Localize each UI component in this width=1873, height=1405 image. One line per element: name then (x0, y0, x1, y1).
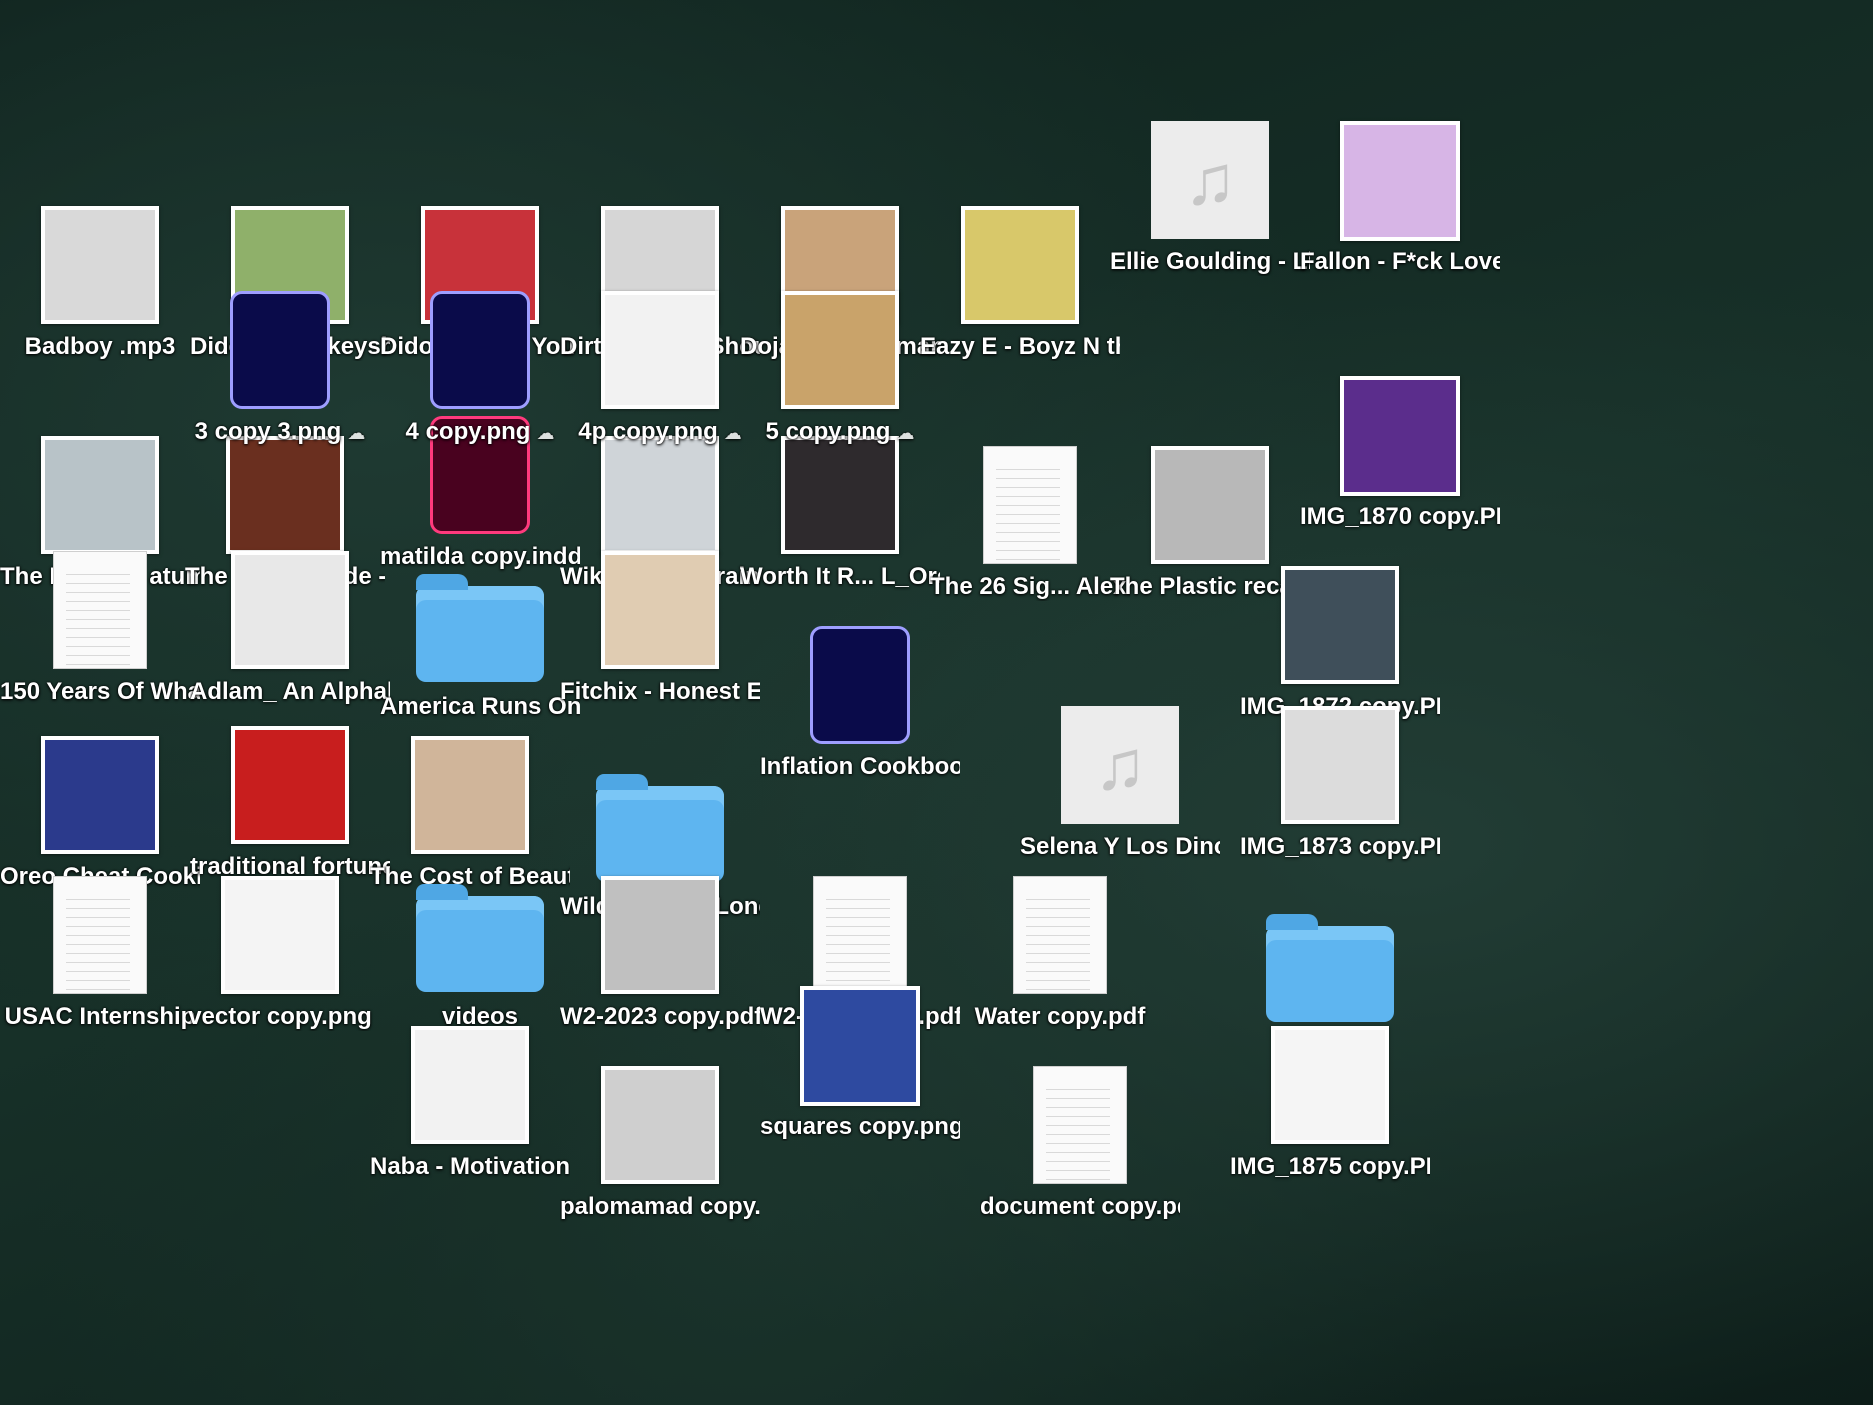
folder-icon (596, 774, 724, 882)
file-name-label: 150 Years Of Whateve...webp (0, 678, 200, 705)
desktop-file-4p-copy-png[interactable]: 4p copy.png ☁ (560, 285, 760, 475)
file-thumbnail (231, 551, 349, 669)
file-name-label: 4p copy.png ☁ (578, 418, 742, 445)
cloud-icon: ☁ (347, 423, 366, 443)
desktop-file-ellie-goulding-lights-o-mp3[interactable]: ♫ Ellie Goulding - Lights (O...mp3 (1110, 115, 1310, 305)
desktop-file-5-copy-png[interactable]: 5 copy.png ☁ (740, 285, 940, 475)
file-thumbnail (41, 736, 159, 854)
file-name-label: Selena Y Los Dinos - Como...y.mp3 (1020, 833, 1220, 860)
file-name-label: USAC Internship (4, 1003, 196, 1030)
desktop-file-america-runs-on-dunkin-webp[interactable]: America Runs On Dunkin_....webp☁ (380, 560, 580, 750)
desktop-file-naba-motivation-copy-pdf[interactable]: Naba - Motivation copy.pdf (370, 1020, 570, 1210)
file-name-label: Ellie Goulding - Lights (O...mp3 (1110, 248, 1310, 275)
file-name-label: 4 copy.png ☁ (405, 418, 555, 445)
folder-icon (416, 574, 544, 682)
desktop-file-document-copy-pdf[interactable]: document copy.pdf (980, 1060, 1180, 1250)
folder-icon (1266, 914, 1394, 1022)
desktop-file-water-copy-pdf[interactable]: Water copy.pdf (960, 870, 1160, 1060)
desktop-file-fitchix-honest-eggs-co-y-jpeg[interactable]: Fitchix - Honest Eggs Co...y.jpeg☁ (560, 545, 760, 735)
file-thumbnail (1281, 566, 1399, 684)
desktop-file-badboy-mp3[interactable]: Badboy .mp3 (0, 200, 200, 390)
music-note-icon: ♫ (1061, 706, 1179, 824)
file-thumbnail (231, 726, 349, 844)
cloud-icon: ☁ (896, 423, 915, 443)
desktop-file-4-copy-png[interactable]: 4 copy.png ☁ (380, 285, 580, 475)
file-thumbnail (800, 986, 920, 1106)
desktop-file-vector-copy-png[interactable]: vector copy.png (180, 870, 380, 1060)
cloud-icon: ☁ (536, 423, 555, 443)
file-name-label: IMG_1870 copy.PNG (1300, 503, 1500, 530)
desktop-file-palomamad-copy-mp4[interactable]: palomamad copy.mp4☁ (560, 1060, 760, 1250)
file-name-label: Worth It R... L_Oreal...py (740, 563, 940, 590)
desktop-file-usac-internship[interactable]: USAC Internship (0, 870, 200, 1060)
file-name-label: palomamad copy.mp4☁ (560, 1193, 760, 1220)
file-name-label: 5 copy.png ☁ (765, 418, 915, 445)
file-name-label: Inflation Cookbook - Skip T...py.jpg (760, 753, 960, 780)
file-name-label: Fallon - F*ck Love a60e48...py.jpg (1300, 248, 1500, 275)
desktop-file-selena-y-los-dinos-como-y-mp3[interactable]: ♫ Selena Y Los Dinos - Como...y.mp3 (1020, 700, 1220, 890)
desktop[interactable]: The Longest atum...py.jpgThe Qlture Code… (0, 0, 1873, 1405)
desktop-file-squares-copy-png[interactable]: squares copy.png (760, 980, 960, 1170)
premiere-project-icon (230, 291, 330, 409)
document-icon (1013, 876, 1107, 994)
file-name-label: Eazy E - Boyz N the Hoo...y.mp3 (920, 333, 1120, 360)
music-note-icon: ♫ (1151, 121, 1269, 239)
folder-icon (416, 884, 544, 992)
premiere-project-icon (430, 291, 530, 409)
file-thumbnail (601, 551, 719, 669)
desktop-file-3-copy-3-png[interactable]: 3 copy 3.png ☁ (180, 285, 380, 475)
file-thumbnail (1151, 446, 1269, 564)
desktop-file-150-years-of-whateve-webp[interactable]: 150 Years Of Whateve...webp (0, 545, 200, 735)
file-thumbnail (601, 291, 719, 409)
document-icon (53, 876, 147, 994)
file-thumbnail (1340, 121, 1460, 241)
document-icon (983, 446, 1077, 564)
file-name-label: Adlam_ An Alphabe....webp☁ (190, 678, 390, 705)
file-thumbnail (41, 436, 159, 554)
file-thumbnail (411, 1026, 529, 1144)
desktop-file-adlam-an-alphabe-webp[interactable]: Adlam_ An Alphabe....webp☁ (190, 545, 390, 735)
desktop-file-inflation-cookbook-skip-t-py-jpg[interactable]: Inflation Cookbook - Skip T...py.jpg (760, 620, 960, 810)
file-thumbnail (781, 291, 899, 409)
file-name-label: Water copy.pdf (974, 1003, 1146, 1030)
file-thumbnail (41, 206, 159, 324)
document-icon (813, 876, 907, 994)
file-name-label: Badboy .mp3 (24, 333, 176, 360)
file-name-label: vector copy.png (188, 1003, 372, 1030)
file-name-label: IMG_1875 copy.PNG☁ (1230, 1153, 1430, 1180)
file-name-label: 3 copy 3.png ☁ (194, 418, 366, 445)
file-name-label: Fitchix - Honest Eggs Co...y.jpeg☁ (560, 678, 760, 705)
desktop-file-img-1873-copy-png[interactable]: IMG_1873 copy.PNG☁ (1240, 700, 1440, 890)
desktop-file-the-26-sig-alexand-py-j[interactable]: The 26 Sig... Alexand...py.j (930, 440, 1130, 630)
file-name-label: W2-2023 copy.pdf☁ (560, 1003, 760, 1030)
desktop-file-fallon-f-ck-love-a60e48-py-jpg[interactable]: Fallon - F*ck Love a60e48...py.jpg (1300, 115, 1500, 305)
file-thumbnail (1281, 706, 1399, 824)
desktop-file-eazy-e-boyz-n-the-hoo-y-mp3[interactable]: Eazy E - Boyz N the Hoo...y.mp3 (920, 200, 1120, 390)
file-thumbnail (1271, 1026, 1389, 1144)
file-thumbnail (221, 876, 339, 994)
file-thumbnail (1340, 376, 1460, 496)
file-thumbnail (411, 736, 529, 854)
premiere-project-icon (810, 626, 910, 744)
file-thumbnail (601, 876, 719, 994)
file-name-label: The 26 Sig... Alexand...py.j (930, 573, 1130, 600)
file-name-label: document copy.pdf (980, 1193, 1180, 1220)
file-name-label: IMG_1873 copy.PNG☁ (1240, 833, 1440, 860)
desktop-file-img-1870-copy-png[interactable]: IMG_1870 copy.PNG (1300, 370, 1500, 560)
file-name-label: Naba - Motivation copy.pdf (370, 1153, 570, 1180)
file-thumbnail (961, 206, 1079, 324)
document-icon (53, 551, 147, 669)
desktop-file-w2-2023-copy-pdf[interactable]: W2-2023 copy.pdf☁ (560, 870, 760, 1060)
document-icon (1033, 1066, 1127, 1184)
desktop-file-img-1875-copy-png[interactable]: IMG_1875 copy.PNG☁ (1230, 1020, 1430, 1210)
file-name-label: squares copy.png (760, 1113, 960, 1140)
file-thumbnail (601, 1066, 719, 1184)
file-name-label: America Runs On Dunkin_....webp☁ (380, 693, 580, 720)
